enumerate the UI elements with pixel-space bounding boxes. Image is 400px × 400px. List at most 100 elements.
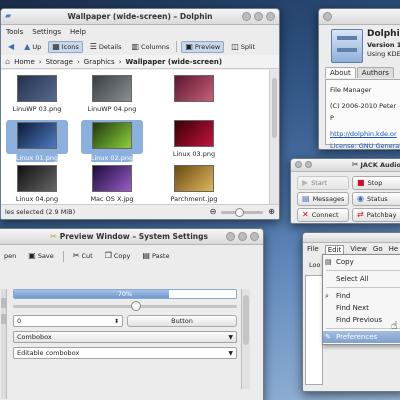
edit-menu-item[interactable]: ✎ Preferences [323,331,400,343]
open-button[interactable]: pen [1,251,19,261]
about-license-link[interactable]: License: GNU General [330,142,400,149]
columns-view-button[interactable]: ▥ Columns [128,42,172,52]
drawer-handle-icon [337,36,357,40]
window-menu-icon[interactable] [323,12,332,21]
icons-view-button[interactable]: ▦ Icons [48,40,83,53]
mouse-cursor-icon: ☝ [391,319,398,332]
save-button[interactable]: ▣ Save [25,251,57,261]
zoom-out-icon[interactable]: ⊖ [210,208,217,216]
menu-view[interactable]: View [350,245,367,253]
minimize-icon[interactable] [242,12,251,21]
copy-button[interactable]: ❐ Copy [102,251,134,261]
settings-app-icon: ✂ [50,231,57,241]
file-thumbnail-frame [6,75,68,102]
edit-menu-item[interactable]: ⌕ Find [323,290,400,302]
start-button[interactable]: ▶ Start [297,176,349,190]
close-icon[interactable] [266,12,275,21]
menu-go[interactable]: Go [373,245,383,253]
details-view-button[interactable]: ☰ Details [87,42,125,52]
jack-titlebar[interactable]: ✂ JACK Audio [291,159,400,172]
dolphin-window: ▰ Wallpaper (wide-screen) – Dolphin Tool… [0,8,280,220]
file-item[interactable]: Linux 04.png [6,165,68,203]
patchbay-button[interactable]: ⇄ Patchbay [352,208,400,222]
preview-button[interactable]: ▣ Preview [181,40,225,53]
vertical-scrollbar[interactable] [269,70,279,204]
menu-settings[interactable]: Settings [32,28,61,36]
edit-menu-item[interactable]: ▤ Copy [323,256,400,268]
menu-file[interactable]: File [307,245,319,253]
about-dolphin-window: Dolphi Version 1 Using KDE About Authors… [318,8,400,150]
slider-knob[interactable] [131,301,142,311]
cut-button[interactable]: ✂ Cut [70,251,96,261]
settings-titlebar[interactable]: ✂ Preview Window – System Settings [0,229,263,245]
dolphin-app-icon [331,29,363,63]
stop-button[interactable]: ■ Stop [352,176,400,190]
left-panel-tab[interactable] [1,298,7,308]
zoom-slider[interactable] [221,207,264,217]
tab-authors[interactable]: Authors [356,67,394,78]
crumb-current[interactable]: Wallpaper (wide-screen) [126,58,223,66]
close-icon[interactable] [250,232,259,241]
file-item[interactable]: Mac OS X.jpg [81,165,143,203]
file-grid[interactable]: LinuWP 03.png LinuWP 04.png Linux 01.png Li… [1,70,269,204]
keep-above-icon[interactable] [305,161,312,168]
maximize-icon[interactable] [238,232,247,241]
editable-combobox[interactable]: Editable combobox ▼ [13,347,237,359]
maximize-icon[interactable] [254,12,263,21]
settings-scrollbar-thumb[interactable] [243,295,249,345]
file-item[interactable]: LinuWP 03.png [6,75,68,113]
combobox[interactable]: Combobox ▼ [13,331,237,343]
arrow-left-icon: ◀ [8,41,15,51]
menu-separator [326,287,400,288]
file-item[interactable]: Linux 01.png [6,120,68,162]
back-button[interactable]: ◀ [5,42,17,52]
file-name: LinuWP 03.png [12,105,62,113]
status-button[interactable]: ◉ Status [352,192,400,206]
edit-menu-item[interactable]: Find Next [323,302,400,314]
spin-box[interactable]: 0 ⬍ [13,315,123,327]
connect-button[interactable]: ✕ Connect [297,208,349,222]
edit-menu-item[interactable]: Select All [323,273,400,285]
spin-arrows-icon[interactable]: ⬍ [114,318,119,325]
settings-scrollbar[interactable] [241,289,250,389]
window-menu-icon[interactable] [295,161,302,168]
file-thumbnail-frame [163,165,225,192]
horizontal-slider[interactable] [13,301,237,311]
file-item[interactable] [163,75,225,105]
messages-button[interactable]: ▤ Messages [297,192,349,206]
split-button[interactable]: ◫ Split [228,42,258,52]
about-url-link[interactable]: http://dolphin.kde.or [330,130,397,138]
file-item[interactable]: Linux 02.png [81,120,143,162]
dolphin-titlebar[interactable]: ▰ Wallpaper (wide-screen) – Dolphin [1,9,279,25]
up-button[interactable]: ▲ Up [21,42,44,52]
minimize-icon[interactable] [226,232,235,241]
jack-audio-window: ✂ JACK Audio ▶ Start ■ Stop ▤ Messages ◉ Sta… [290,158,400,224]
menu-tools[interactable]: Tools [6,28,23,36]
paste-button[interactable]: ▤ Paste [139,251,172,261]
crumb-storage[interactable]: Storage [46,58,73,66]
left-panel-tab[interactable] [1,314,7,324]
about-copyright: (C) 2006-2010 Peter P [330,102,397,122]
dolphin-window-controls [242,12,275,21]
editor-titlebar[interactable] [303,233,400,243]
file-item[interactable]: Linux 03.png [163,120,225,158]
file-name: Linux 04.png [15,195,59,203]
zoom-in-icon[interactable]: ⊕ [268,208,275,216]
menu-help[interactable]: He [389,245,399,253]
zoom-slider-knob[interactable] [235,207,245,217]
scrollbar-thumb[interactable] [272,78,277,138]
push-button[interactable]: Button [127,315,237,327]
jack-title: JACK Audio [360,161,400,169]
menu-separator [326,270,400,271]
menu-edit[interactable]: Edit [324,244,345,254]
menu-help[interactable]: Help [70,28,86,36]
crumb-home[interactable]: Home [14,58,35,66]
about-titlebar[interactable] [319,9,400,25]
tab-about[interactable]: About [325,67,356,78]
crumb-graphics[interactable]: Graphics [84,58,115,66]
file-item[interactable]: Parchment.jpg [163,165,225,203]
edit-menu-item[interactable]: Find Previous [323,314,400,326]
file-name: Linux 01.png [15,154,59,162]
file-item[interactable]: LinuWP 04.png [81,75,143,113]
progress-text: 70% [117,290,133,298]
